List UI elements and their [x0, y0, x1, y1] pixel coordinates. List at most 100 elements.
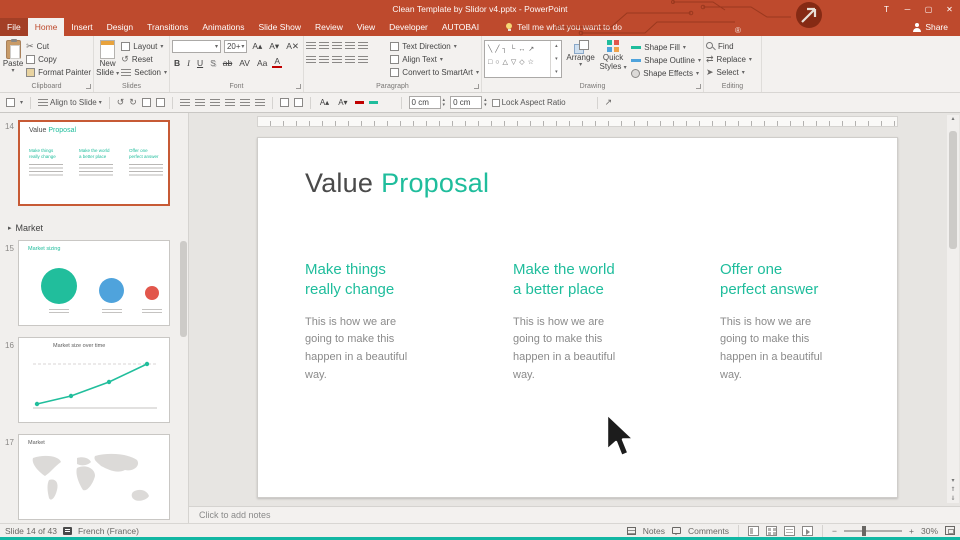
text-color-icon[interactable]: [354, 101, 364, 104]
align-top-objects-icon[interactable]: [224, 98, 235, 107]
copy-button[interactable]: Copy: [26, 53, 91, 65]
minimize-button[interactable]: ─: [897, 0, 918, 18]
convert-smartart-button[interactable]: Convert to SmartArt ▾: [390, 67, 479, 79]
align-left-icon[interactable]: [306, 56, 316, 64]
t-button[interactable]: T: [876, 0, 897, 18]
shape-gallery-scrollbar[interactable]: ▴ ▾ ▾: [550, 41, 561, 77]
fit-to-window-button[interactable]: [945, 526, 955, 535]
paste-button[interactable]: Paste ▾: [2, 38, 24, 79]
align-right-objects-icon[interactable]: [209, 98, 220, 107]
share-button[interactable]: Share: [912, 18, 960, 36]
scroll-up-icon[interactable]: ▴: [951, 115, 954, 122]
slideshow-view-button[interactable]: [802, 525, 814, 536]
previous-slide-button[interactable]: ⇑: [950, 486, 955, 493]
comments-toggle[interactable]: Comments: [688, 526, 729, 536]
height-spinner[interactable]: ▴ ▾: [484, 97, 487, 108]
align-right-icon[interactable]: [332, 56, 342, 64]
tell-me-box[interactable]: Tell me what you want to do: [496, 18, 631, 36]
tab-home[interactable]: Home: [27, 18, 65, 36]
line-spacing-icon[interactable]: [358, 42, 368, 50]
select-button[interactable]: ➤ Select ▾: [706, 67, 752, 79]
font-size-combo[interactable]: 20+ ▾: [223, 40, 248, 53]
font-name-combo[interactable]: ▾: [172, 40, 221, 53]
format-painter-button[interactable]: Format Painter: [26, 67, 91, 79]
column-1[interactable]: Make things really change This is how we…: [305, 260, 465, 385]
cut-button[interactable]: ✂ Cut: [26, 40, 91, 52]
zoom-level[interactable]: 30%: [921, 526, 938, 536]
paragraph-dialog-launcher[interactable]: [474, 84, 479, 89]
grid-settings-icon[interactable]: [6, 98, 15, 107]
shape-width-field[interactable]: 0 cm ▴ ▾: [408, 96, 446, 109]
rotate-left-icon[interactable]: ↺: [117, 98, 125, 107]
new-slide-button[interactable]: New Slide ▾: [96, 38, 119, 79]
close-button[interactable]: ✕: [939, 0, 960, 18]
justify-icon[interactable]: [345, 56, 355, 64]
tab-design[interactable]: Design: [100, 18, 140, 36]
slide-title[interactable]: Value Proposal: [305, 168, 489, 199]
align-text-button[interactable]: Align Text ▾: [390, 53, 479, 65]
columns-icon[interactable]: [358, 56, 368, 64]
shape-fill-button[interactable]: Shape Fill ▾: [631, 41, 701, 53]
next-slide-button[interactable]: ⇓: [950, 495, 955, 502]
tab-addin[interactable]: AUTOBAI: [435, 18, 486, 36]
tab-insert[interactable]: Insert: [64, 18, 99, 36]
rotate-right-icon[interactable]: ↻: [129, 98, 137, 107]
column-2[interactable]: Make the world a better place This is ho…: [513, 260, 673, 385]
shape-effects-button[interactable]: Shape Effects ▾: [631, 67, 701, 79]
shrink-text-icon[interactable]: A▾: [336, 98, 349, 107]
resize-icon[interactable]: ↗: [605, 98, 613, 107]
reset-button[interactable]: ↺ Reset: [121, 53, 167, 65]
fill-color-icon[interactable]: [368, 101, 378, 104]
bullets-icon[interactable]: [306, 42, 316, 50]
quick-styles-button[interactable]: Quick Styles ▾: [599, 38, 627, 79]
reading-view-button[interactable]: [784, 525, 796, 536]
text-shadow-button[interactable]: S: [208, 58, 218, 68]
zoom-slider[interactable]: [844, 525, 903, 536]
font-color-button[interactable]: A: [272, 57, 283, 68]
numbering-icon[interactable]: [319, 42, 329, 50]
layout-button[interactable]: Layout ▾: [121, 40, 167, 52]
tab-slideshow[interactable]: Slide Show: [251, 18, 308, 36]
arrange-button[interactable]: Arrange ▾: [566, 38, 595, 79]
shape-height-field[interactable]: 0 cm ▴ ▾: [450, 96, 487, 109]
zoom-out-button[interactable]: −: [832, 526, 837, 536]
increase-indent-icon[interactable]: [345, 42, 355, 50]
flip-horizontal-icon[interactable]: [141, 98, 151, 107]
tab-developer[interactable]: Developer: [382, 18, 435, 36]
shape-gallery[interactable]: ╲╱┐└↔↗ □○△▽◇☆ ▴ ▾ ▾: [484, 40, 563, 78]
flip-vertical-icon[interactable]: [155, 98, 165, 107]
align-left-objects-icon[interactable]: [179, 98, 190, 107]
notes-pane[interactable]: Click to add notes: [189, 506, 960, 523]
shrink-font-button[interactable]: A▾: [267, 41, 281, 52]
normal-view-button[interactable]: [748, 525, 760, 536]
replace-button[interactable]: ⇄ Replace ▾: [706, 53, 752, 65]
clear-formatting-button[interactable]: A✕: [284, 41, 301, 52]
editor-vertical-scrollbar[interactable]: ▴ ▾ ⇑ ⇓: [947, 115, 959, 503]
text-direction-button[interactable]: Text Direction ▾: [390, 40, 479, 52]
character-spacing-button[interactable]: AV: [237, 58, 252, 68]
bold-button[interactable]: B: [172, 58, 182, 68]
language-indicator[interactable]: French (France): [78, 526, 139, 536]
maximize-button[interactable]: ▢: [918, 0, 939, 18]
zoom-in-button[interactable]: +: [909, 526, 914, 536]
italic-button[interactable]: I: [185, 58, 192, 68]
slide-sorter-view-button[interactable]: [766, 525, 778, 536]
find-button[interactable]: Find: [706, 40, 752, 52]
align-center-icon[interactable]: [319, 56, 329, 64]
scroll-down-icon[interactable]: ▾: [951, 477, 954, 484]
change-case-button[interactable]: Aa: [255, 58, 269, 68]
distribute-vertical-icon[interactable]: [293, 98, 303, 107]
tab-view[interactable]: View: [350, 18, 382, 36]
shape-outline-button[interactable]: Shape Outline ▾: [631, 54, 701, 66]
align-middle-objects-icon[interactable]: [239, 98, 250, 107]
decrease-indent-icon[interactable]: [332, 42, 342, 50]
width-spinner[interactable]: ▴ ▾: [443, 97, 446, 108]
column-3[interactable]: Offer one perfect answer This is how we …: [720, 260, 880, 385]
notes-toggle[interactable]: Notes: [643, 526, 665, 536]
grow-font-button[interactable]: A▴: [250, 41, 264, 52]
section-header-market[interactable]: ▸ Market: [8, 223, 43, 233]
align-to-slide-button[interactable]: Align to Slide ▾: [38, 98, 102, 107]
thumbnail-scrollbar-thumb[interactable]: [180, 241, 187, 337]
horizontal-ruler[interactable]: [257, 116, 898, 127]
spell-check-icon[interactable]: [62, 526, 72, 535]
